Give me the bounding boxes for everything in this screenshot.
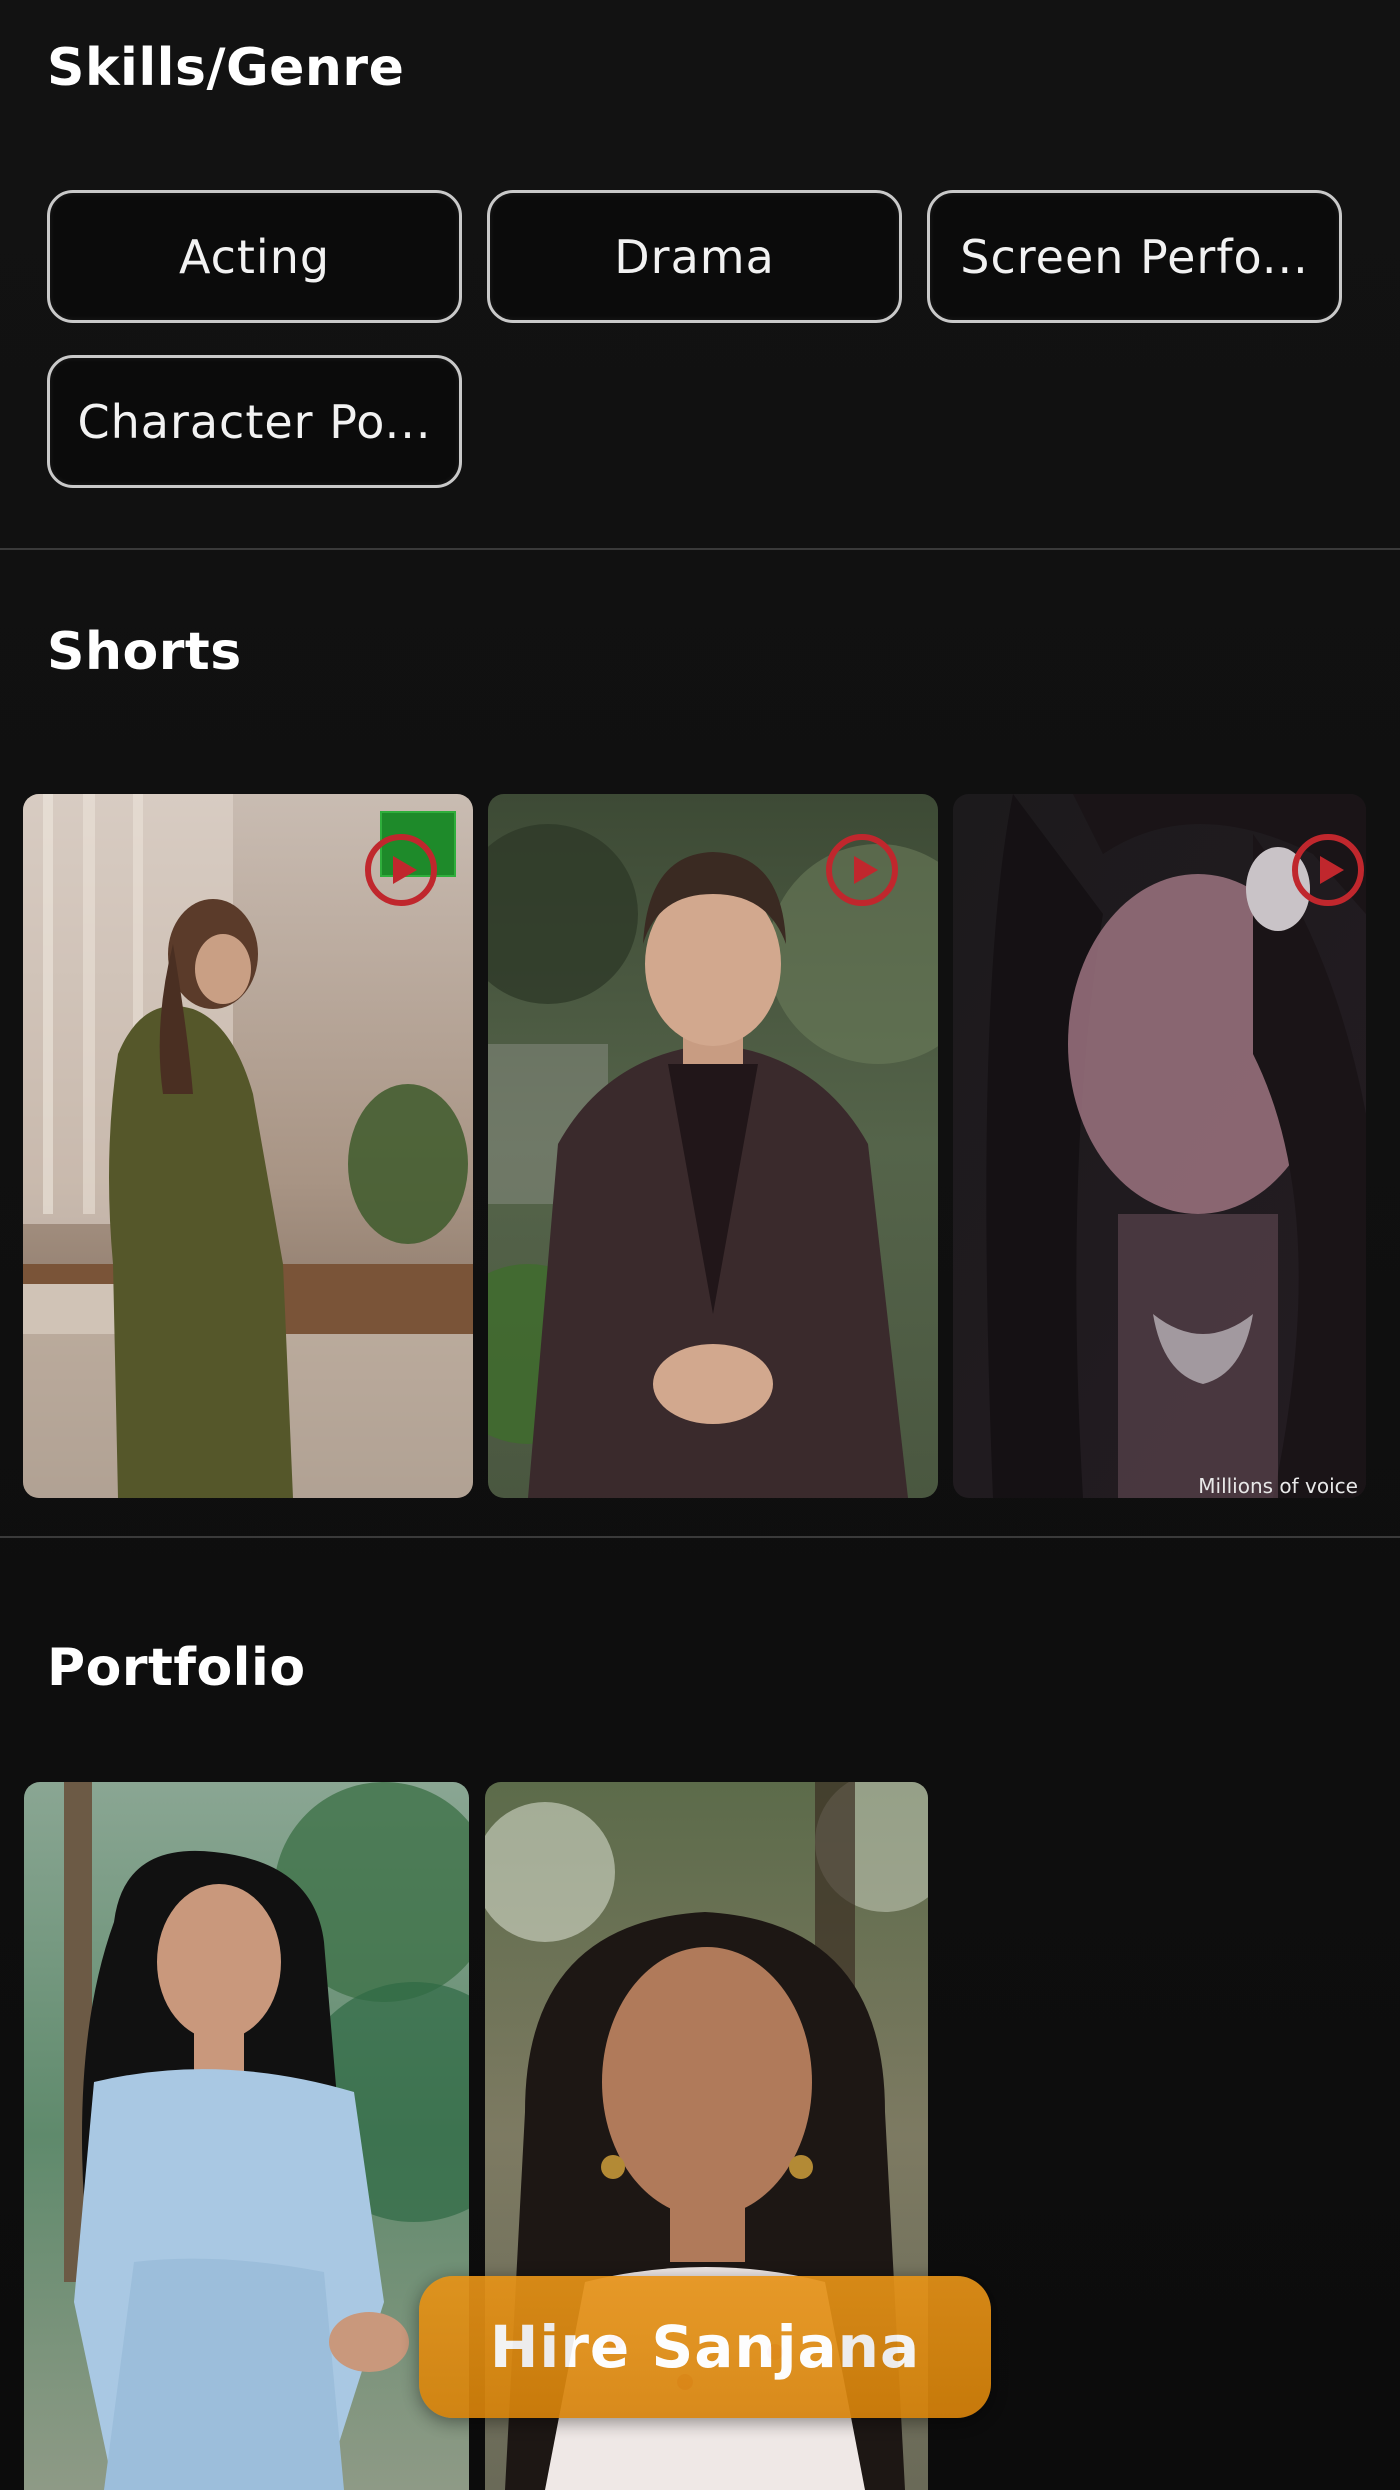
portfolio-photo-1[interactable] [24, 1782, 469, 2490]
section-divider [0, 548, 1400, 550]
skill-chip-drama[interactable]: Drama [487, 190, 902, 323]
skill-chip-acting[interactable]: Acting [47, 190, 462, 323]
short-video-card-1[interactable] [23, 794, 473, 1498]
profile-page: Skills/Genre Acting Drama Screen Perfo..… [0, 0, 1400, 2490]
hire-button[interactable]: Hire Sanjana [419, 2276, 991, 2418]
video-caption: Millions of voice [1198, 1474, 1358, 1498]
play-circle-icon[interactable] [1290, 832, 1366, 908]
skill-chip-character-portrayal[interactable]: Character Po... [47, 355, 462, 488]
portfolio-title: Portfolio [47, 1638, 306, 1698]
section-divider [0, 1536, 1400, 1538]
short-video-card-3[interactable]: Millions of voice [953, 794, 1366, 1498]
skill-chip-screen-performance[interactable]: Screen Perfo... [927, 190, 1342, 323]
short-video-card-2[interactable] [488, 794, 938, 1498]
skills-genre-title: Skills/Genre [47, 38, 405, 98]
portfolio-image-1 [24, 1782, 469, 2490]
play-circle-icon[interactable] [824, 832, 900, 908]
shorts-title: Shorts [47, 622, 242, 682]
play-circle-icon[interactable] [363, 832, 439, 908]
